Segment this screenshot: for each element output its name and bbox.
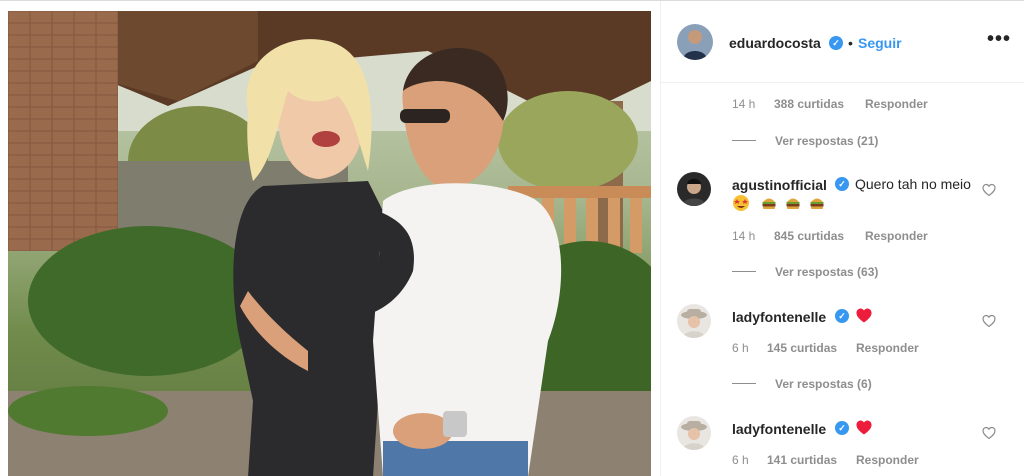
commenter-avatar[interactable] bbox=[677, 172, 711, 206]
replies-divider bbox=[732, 383, 756, 384]
instagram-post-view: eduardocosta ✓ • Seguir ••• 14 h 388 cur… bbox=[0, 0, 1024, 476]
like-heart-icon[interactable] bbox=[982, 426, 996, 440]
burger-emoji-icon bbox=[761, 195, 777, 211]
verified-badge-icon: ✓ bbox=[835, 309, 849, 323]
replies-divider bbox=[732, 271, 756, 272]
view-replies-button[interactable]: Ver respostas (6) bbox=[775, 377, 872, 391]
burger-emoji-icon bbox=[809, 195, 825, 211]
reply-button[interactable]: Responder bbox=[865, 229, 928, 243]
verified-badge-icon: ✓ bbox=[829, 36, 843, 50]
comment-username[interactable]: agustinofficial bbox=[732, 177, 827, 193]
reply-button[interactable]: Responder bbox=[856, 341, 919, 355]
comment-likes[interactable]: 141 curtidas bbox=[767, 453, 837, 467]
comment-likes[interactable]: 145 curtidas bbox=[767, 341, 837, 355]
post-photo[interactable] bbox=[8, 11, 651, 476]
post-photo-illustration bbox=[8, 11, 651, 476]
burger-emoji-icon bbox=[785, 195, 801, 211]
comment-username[interactable]: ladyfontenelle bbox=[732, 309, 826, 325]
header-separator: • bbox=[848, 35, 853, 51]
comment-time[interactable]: 14 h bbox=[732, 97, 755, 111]
verified-badge-icon: ✓ bbox=[835, 421, 849, 435]
author-username[interactable]: eduardocosta bbox=[729, 35, 821, 51]
commenter-avatar[interactable] bbox=[677, 304, 711, 338]
comment-username[interactable]: ladyfontenelle bbox=[732, 421, 826, 437]
follow-button[interactable]: Seguir bbox=[858, 35, 902, 51]
post-header: eduardocosta ✓ • Seguir ••• bbox=[661, 1, 1024, 83]
red-heart-emoji-icon bbox=[855, 307, 873, 324]
reply-button[interactable]: Responder bbox=[856, 453, 919, 467]
like-heart-icon[interactable] bbox=[982, 314, 996, 328]
view-replies-button[interactable]: Ver respostas (63) bbox=[775, 265, 878, 279]
replies-divider bbox=[732, 140, 756, 141]
comment-text: Quero tah no meio bbox=[855, 176, 971, 192]
comment-time[interactable]: 6 h bbox=[732, 341, 749, 355]
verified-badge-icon: ✓ bbox=[835, 177, 849, 191]
reply-button[interactable]: Responder bbox=[865, 97, 928, 111]
comment-likes[interactable]: 388 curtidas bbox=[774, 97, 844, 111]
commenter-avatar[interactable] bbox=[677, 416, 711, 450]
star-struck-emoji-icon bbox=[732, 194, 750, 212]
comment-time[interactable]: 6 h bbox=[732, 453, 749, 467]
author-avatar[interactable] bbox=[677, 24, 713, 60]
comment-time[interactable]: 14 h bbox=[732, 229, 755, 243]
more-options-icon[interactable]: ••• bbox=[987, 28, 1011, 51]
red-heart-emoji-icon bbox=[855, 419, 873, 436]
comment-emojis bbox=[732, 193, 842, 212]
like-heart-icon[interactable] bbox=[982, 183, 996, 197]
view-replies-button[interactable]: Ver respostas (21) bbox=[775, 134, 878, 148]
comments-panel: eduardocosta ✓ • Seguir ••• 14 h 388 cur… bbox=[661, 1, 1024, 476]
comment-likes[interactable]: 845 curtidas bbox=[774, 229, 844, 243]
